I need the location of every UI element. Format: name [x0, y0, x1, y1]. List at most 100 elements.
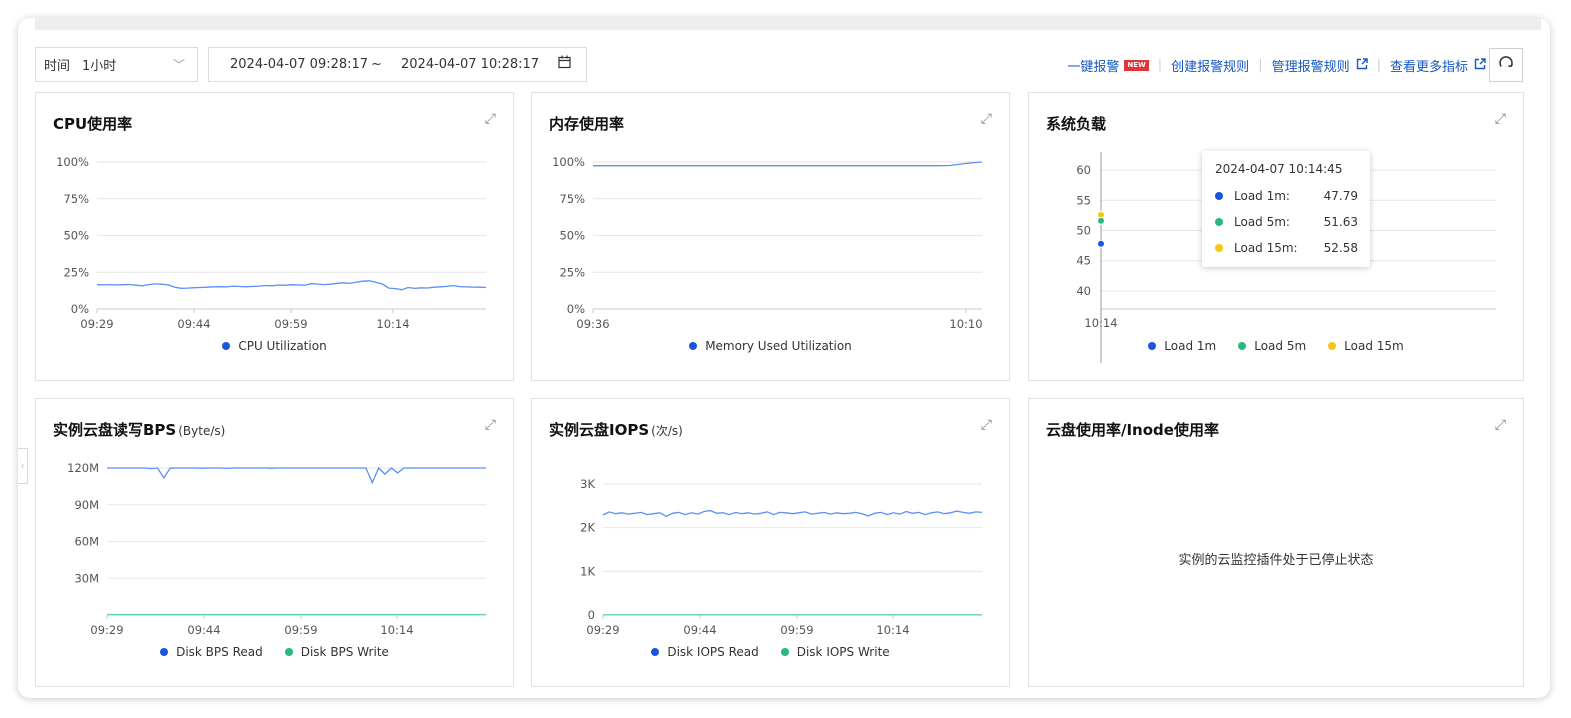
- legend-dot: [1148, 342, 1157, 350]
- legend-label: Disk IOPS Read: [667, 645, 759, 659]
- chart-legend: Load 1m Load 5m Load 15m: [1029, 339, 1523, 353]
- data-point: [1097, 239, 1105, 248]
- x-tick-label: 09:29: [90, 623, 123, 637]
- y-tick-label: 0%: [567, 302, 585, 316]
- y-tick-label: 50: [1076, 224, 1091, 238]
- divider: |: [1258, 57, 1263, 73]
- series-line: [593, 161, 983, 167]
- tooltip-value: 52.58: [1323, 241, 1358, 255]
- disk-bps-panel: 实例云盘读写BPS (Byte/s) ⤢ 30M 60M 90M 120M 09:29 09…: [35, 398, 514, 687]
- legend-label: Load 15m: [1344, 339, 1404, 353]
- x-tick-label: 09:29: [80, 317, 113, 331]
- panel-title: 云盘使用率/Inode使用率: [1046, 421, 1219, 439]
- chart-legend: CPU Utilization: [36, 339, 513, 353]
- series-line: [107, 466, 486, 485]
- chevron-down-icon: ﹀: [172, 58, 185, 72]
- y-tick-label: 90M: [74, 498, 99, 512]
- x-tick-label: 09:44: [683, 623, 716, 637]
- x-tick-label: 09:44: [187, 623, 220, 637]
- y-tick-label: 75%: [559, 192, 585, 206]
- tooltip-row: Load 15m: 52.58: [1215, 239, 1358, 257]
- x-tick-label: 09:59: [274, 317, 307, 331]
- legend-item[interactable]: Load 1m: [1148, 339, 1216, 353]
- y-tick-label: 0: [588, 608, 595, 622]
- legend-dot: [780, 648, 789, 656]
- tooltip-row: Load 5m: 51.63: [1215, 213, 1358, 231]
- create-alarm-rule-link[interactable]: 创建报警规则: [1171, 56, 1249, 75]
- legend-dot: [689, 342, 698, 350]
- tooltip-label: Load 1m:: [1234, 189, 1290, 203]
- legend-dot: [1238, 342, 1247, 350]
- legend-dot: [160, 648, 169, 656]
- memory-panel: 内存使用率 ⤢ 0% 25% 50% 75% 100% 09:36 10:10 Memory…: [531, 92, 1010, 381]
- y-tick-label: 55: [1076, 193, 1091, 207]
- legend-label: Load 1m: [1164, 339, 1217, 353]
- y-tick-label: 100%: [552, 155, 585, 169]
- y-tick-label: 75%: [63, 192, 89, 206]
- y-tick-label: 1K: [580, 564, 595, 578]
- y-tick-label: 60M: [74, 535, 99, 549]
- y-tick-label: 100%: [56, 155, 89, 169]
- legend-label: Load 5m: [1254, 339, 1307, 353]
- tooltip-value: 47.79: [1323, 189, 1358, 203]
- calendar-icon: [558, 55, 571, 73]
- tooltip-label: Load 5m:: [1234, 215, 1290, 229]
- system-load-panel: 系统负载 ⤢ 40 45 50 55 60 10:14 Load 1m Load 5m L…: [1028, 92, 1524, 381]
- time-range-label: 时间: [44, 59, 71, 74]
- y-tick-label: 25%: [63, 265, 89, 279]
- time-range-value: 1小时: [82, 59, 117, 74]
- divider: |: [1157, 57, 1163, 73]
- legend-item[interactable]: Load 15m: [1328, 339, 1404, 353]
- y-tick-label: 60: [1076, 163, 1091, 177]
- chart-legend: Disk IOPS Read Disk IOPS Write: [532, 645, 1009, 659]
- legend-label: Disk BPS Read: [176, 645, 263, 659]
- x-tick-label: 10:14: [876, 623, 909, 637]
- top-strip: [35, 18, 1541, 30]
- external-link-icon[interactable]: [1356, 57, 1368, 73]
- more-metrics-link[interactable]: 查看更多指标: [1390, 56, 1468, 75]
- collapse-handle[interactable]: ‹: [18, 448, 28, 484]
- y-tick-label: 3K: [580, 477, 595, 491]
- series-line: [96, 280, 487, 291]
- x-tick-label: 10:14: [1084, 316, 1117, 330]
- date-range-picker[interactable]: 2024-04-07 09:28:17 ~ 2024-04-07 10:28:1…: [208, 47, 587, 82]
- legend-label: CPU Utilization: [238, 339, 327, 353]
- x-tick-label: 09:59: [284, 623, 317, 637]
- refresh-icon: [1498, 55, 1514, 76]
- tooltip-time: 2024-04-07 10:14:45: [1215, 162, 1343, 176]
- expand-icon[interactable]: ⤢: [1495, 417, 1506, 433]
- tooltip-row: Load 1m: 47.79: [1215, 187, 1358, 205]
- time-range-select[interactable]: 时间 1小时 ﹀: [35, 47, 198, 82]
- legend-item[interactable]: Load 5m: [1238, 339, 1306, 353]
- legend-item[interactable]: Disk BPS Read: [160, 645, 263, 659]
- legend-item[interactable]: CPU Utilization: [222, 339, 327, 353]
- legend-item[interactable]: Memory Used Utilization: [689, 339, 852, 353]
- legend-item[interactable]: Disk BPS Write: [284, 645, 389, 659]
- tooltip-dot: [1215, 192, 1223, 200]
- range-start: 2024-04-07 09:28:17: [230, 57, 369, 72]
- y-tick-label: 40: [1076, 284, 1091, 298]
- chart-legend: Disk BPS Read Disk BPS Write: [36, 645, 513, 659]
- new-badge: NEW: [1124, 59, 1149, 71]
- y-tick-label: 50%: [559, 229, 585, 243]
- alarm-actions: 一键报警 NEW | 创建报警规则 | 管理报警规则 | 查看更多指标: [1067, 56, 1486, 75]
- refresh-button[interactable]: [1489, 48, 1523, 82]
- cpu-panel: CPU使用率 ⤢ 0% 25% 50% 75% 100% 09:29 09:44 09:59 1…: [35, 92, 514, 381]
- range-end: 2024-04-07 10:28:17: [401, 57, 540, 72]
- x-tick-label: 10:14: [380, 623, 413, 637]
- external-link-icon[interactable]: [1474, 57, 1486, 73]
- legend-item[interactable]: Disk IOPS Read: [651, 645, 759, 659]
- range-separator: ~: [371, 57, 382, 72]
- x-tick-label: 10:14: [376, 317, 409, 331]
- x-tick-label: 09:29: [586, 623, 619, 637]
- quick-alarm-link[interactable]: 一键报警: [1067, 56, 1119, 75]
- legend-item[interactable]: Disk IOPS Write: [780, 645, 890, 659]
- y-tick-label: 120M: [67, 461, 99, 475]
- legend-label: Memory Used Utilization: [705, 339, 852, 353]
- series-line: [602, 509, 983, 518]
- y-tick-label: 30M: [74, 571, 99, 585]
- y-tick-label: 25%: [559, 265, 585, 279]
- chart-tooltip: 2024-04-07 10:14:45 Load 1m: 47.79 Load …: [1202, 151, 1370, 267]
- y-tick-label: 0%: [71, 302, 89, 316]
- manage-alarm-rule-link[interactable]: 管理报警规则: [1272, 56, 1350, 75]
